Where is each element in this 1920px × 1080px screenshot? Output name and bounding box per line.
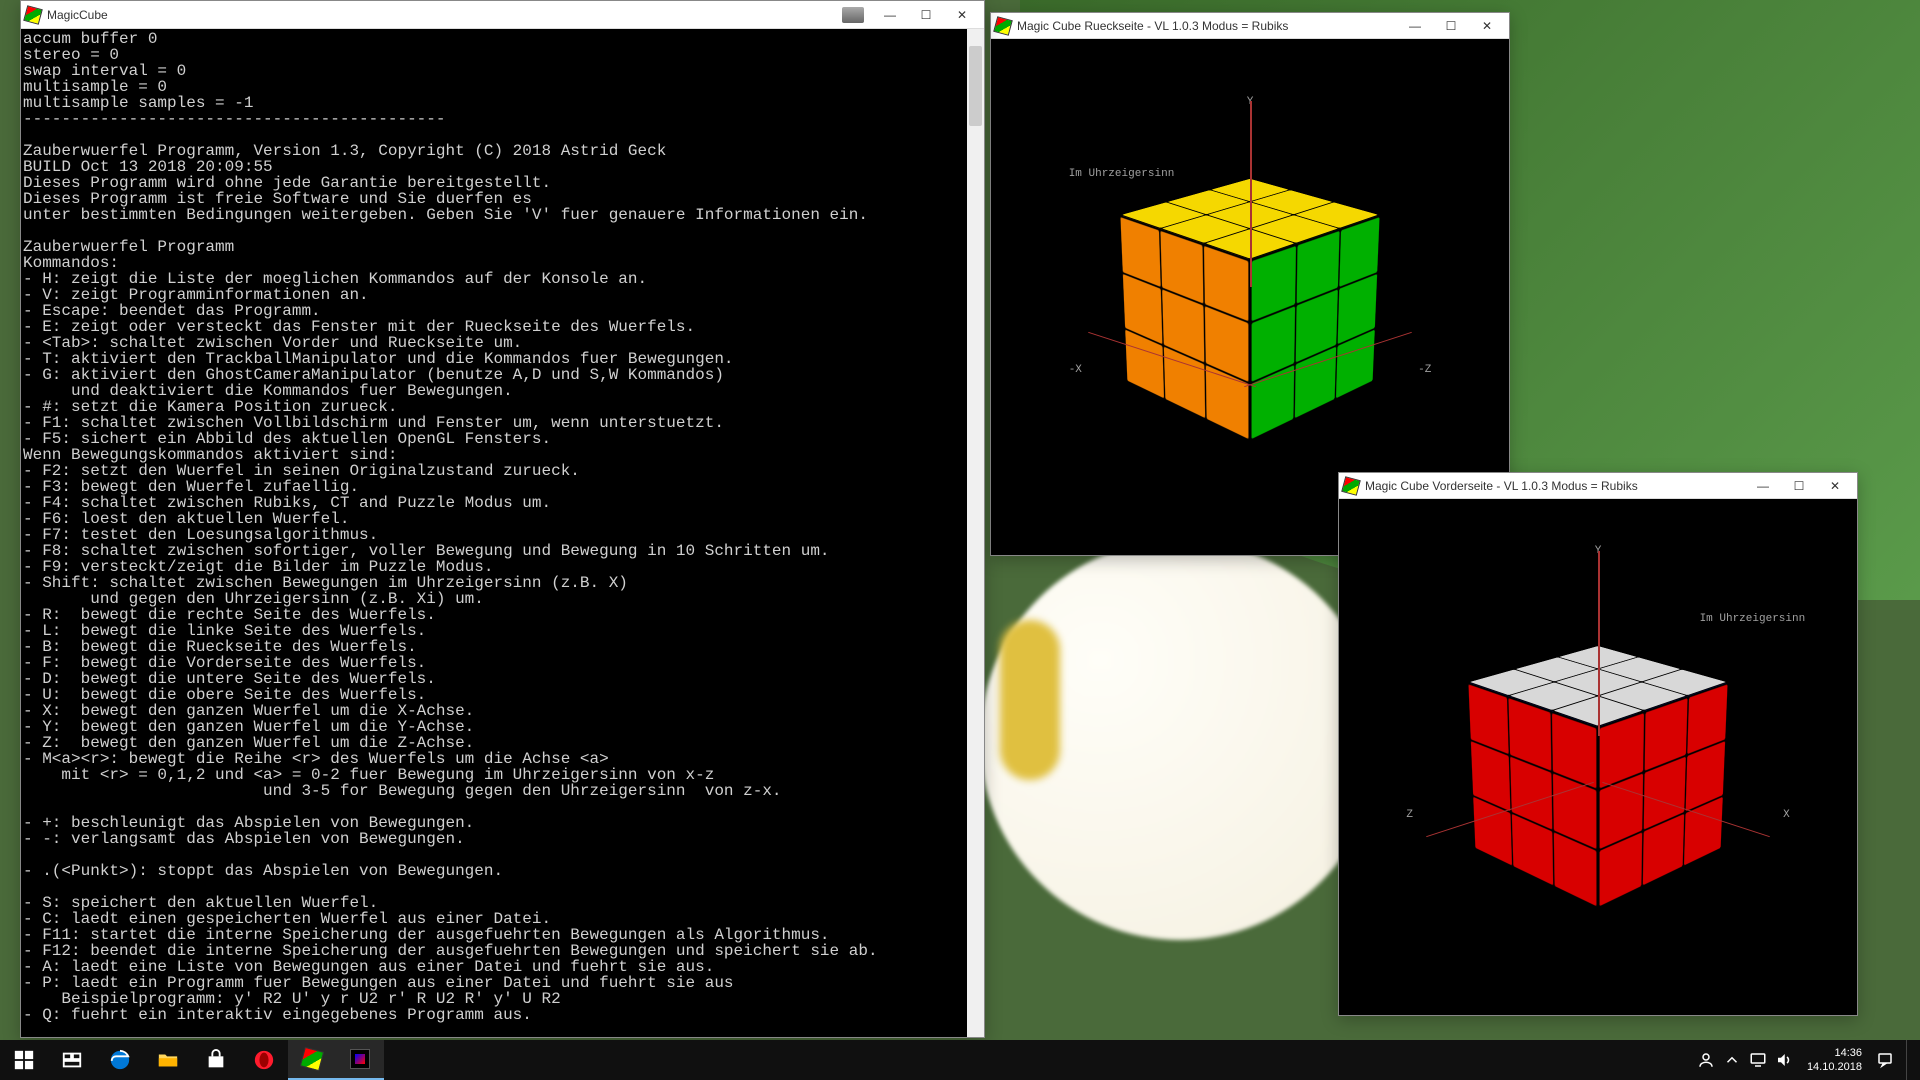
scrollbar-thumb[interactable] <box>969 46 982 126</box>
store-icon[interactable] <box>192 1040 240 1080</box>
file-explorer-icon[interactable] <box>144 1040 192 1080</box>
minimize-button[interactable]: — <box>1745 474 1781 498</box>
console-titlebar[interactable]: MagicCube — ☐ ✕ <box>21 1 984 29</box>
rear-cube[interactable] <box>1188 196 1319 411</box>
taskbar-clock[interactable]: 14:36 14.10.2018 <box>1801 1046 1868 1074</box>
front-titlebar[interactable]: Magic Cube Vorderseite - VL 1.0.3 Modus … <box>1339 473 1857 499</box>
axis-label-z: -Z <box>1418 364 1431 376</box>
tray-chevron-icon[interactable] <box>1723 1051 1741 1069</box>
rear-title: Magic Cube Rueckseite - VL 1.0.3 Modus =… <box>1017 19 1397 33</box>
clock-time: 14:36 <box>1807 1046 1862 1060</box>
maximize-button[interactable]: ☐ <box>1433 14 1469 38</box>
close-button[interactable]: ✕ <box>1469 14 1505 38</box>
wallpaper-detail <box>1000 620 1060 780</box>
people-icon[interactable] <box>1697 1051 1715 1069</box>
direction-label: Im Uhrzeigersinn <box>1069 168 1175 180</box>
magiccube-app-icon <box>993 16 1013 36</box>
clock-date: 14.10.2018 <box>1807 1060 1862 1074</box>
axis-label-x: X <box>1783 809 1790 821</box>
axis-label-z: Z <box>1406 809 1413 821</box>
console-title: MagicCube <box>47 8 842 22</box>
y-axis-line <box>1598 551 1600 737</box>
axis-label-x: -X <box>1069 364 1082 376</box>
task-view-button[interactable] <box>48 1040 96 1080</box>
console-window: MagicCube — ☐ ✕ accum buffer 0 stereo = … <box>20 0 985 1038</box>
magiccube-app-icon <box>1341 476 1361 496</box>
edge-browser-icon[interactable] <box>96 1040 144 1080</box>
y-axis-line <box>1250 101 1252 287</box>
show-desktop-button[interactable] <box>1906 1040 1912 1080</box>
network-icon[interactable] <box>1749 1051 1767 1069</box>
close-button[interactable]: ✕ <box>1817 474 1853 498</box>
front-cube[interactable] <box>1536 663 1667 878</box>
minimize-button[interactable]: — <box>1397 14 1433 38</box>
maximize-button[interactable]: ☐ <box>1781 474 1817 498</box>
console-scrollbar[interactable] <box>967 29 984 1037</box>
front-title: Magic Cube Vorderseite - VL 1.0.3 Modus … <box>1365 479 1745 493</box>
magiccube-task-icon[interactable] <box>288 1040 336 1080</box>
close-button[interactable]: ✕ <box>944 3 980 27</box>
magiccube-gl-task-icon[interactable] <box>336 1040 384 1080</box>
magiccube-app-icon <box>23 5 43 25</box>
opera-icon[interactable] <box>240 1040 288 1080</box>
console-output[interactable]: accum buffer 0 stereo = 0 swap interval … <box>21 29 984 1037</box>
projector-icon <box>842 7 864 23</box>
front-cube-window: Magic Cube Vorderseite - VL 1.0.3 Modus … <box>1338 472 1858 1016</box>
start-button[interactable] <box>0 1040 48 1080</box>
minimize-button[interactable]: — <box>872 3 908 27</box>
maximize-button[interactable]: ☐ <box>908 3 944 27</box>
direction-label: Im Uhrzeigersinn <box>1700 613 1806 625</box>
front-cube-viewport[interactable]: Y X Z Im Uhrzeigersinn <box>1339 499 1857 1015</box>
taskbar: 14:36 14.10.2018 <box>0 1040 1920 1080</box>
volume-icon[interactable] <box>1775 1051 1793 1069</box>
action-center-icon[interactable] <box>1876 1051 1894 1069</box>
rear-titlebar[interactable]: Magic Cube Rueckseite - VL 1.0.3 Modus =… <box>991 13 1509 39</box>
